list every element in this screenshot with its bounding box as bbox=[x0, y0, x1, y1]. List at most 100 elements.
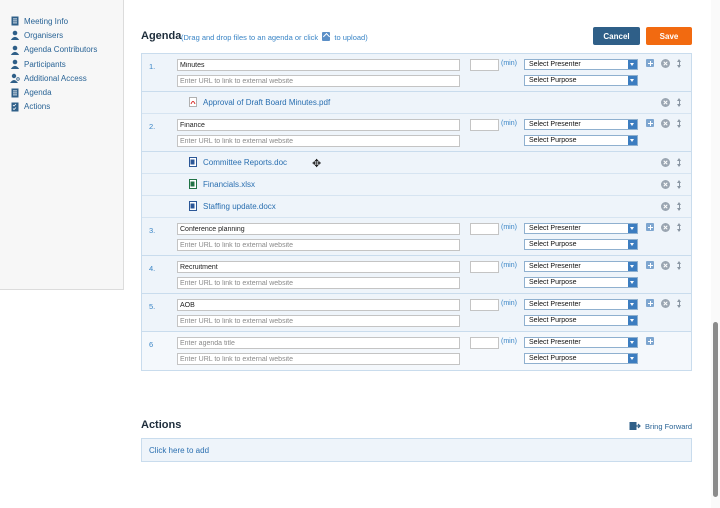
purpose-select[interactable]: Select Purpose bbox=[524, 135, 638, 146]
presenter-select[interactable]: Select Presenter bbox=[524, 223, 638, 234]
bring-forward-button[interactable]: Bring Forward bbox=[629, 421, 692, 431]
add-presenter-icon[interactable] bbox=[646, 299, 654, 307]
agenda-item-number: 3. bbox=[149, 226, 156, 235]
chevron-down-icon bbox=[628, 224, 637, 233]
sidebar-item-agenda[interactable]: Agenda bbox=[10, 85, 97, 99]
purpose-select[interactable]: Select Purpose bbox=[524, 277, 638, 288]
agenda-title-input[interactable] bbox=[177, 337, 460, 349]
chevron-down-icon bbox=[628, 316, 637, 325]
chevron-down-icon bbox=[628, 354, 637, 363]
chevron-down-icon bbox=[628, 262, 637, 271]
delete-icon[interactable] bbox=[661, 299, 670, 308]
url-input[interactable] bbox=[177, 353, 460, 365]
sidebar-item-agenda-contributors[interactable]: Agenda Contributors bbox=[10, 43, 97, 57]
chevron-down-icon bbox=[628, 76, 637, 85]
add-presenter-icon[interactable] bbox=[646, 337, 654, 345]
delete-icon[interactable] bbox=[661, 158, 670, 167]
presenter-select[interactable]: Select Presenter bbox=[524, 119, 638, 130]
presenter-select[interactable]: Select Presenter bbox=[524, 59, 638, 70]
drag-handle-icon[interactable] bbox=[676, 299, 683, 309]
minutes-input[interactable] bbox=[470, 119, 499, 131]
drag-handle-icon[interactable] bbox=[676, 180, 683, 190]
presenter-select[interactable]: Select Presenter bbox=[524, 299, 638, 310]
delete-icon[interactable] bbox=[661, 202, 670, 211]
agenda-item-number: 2. bbox=[149, 122, 156, 131]
sidebar-item-label: Actions bbox=[24, 102, 51, 112]
presenter-select-value: Select Presenter bbox=[529, 225, 581, 232]
delete-icon[interactable] bbox=[661, 261, 670, 270]
agenda-title-input[interactable] bbox=[177, 299, 460, 311]
sidebar-item-organisers[interactable]: Organisers bbox=[10, 28, 97, 42]
drag-handle-icon[interactable] bbox=[676, 223, 683, 233]
agenda-item: 4. (min) Select Presenter Select Purpose bbox=[142, 256, 691, 294]
attachment-link[interactable]: Approval of Draft Board Minutes.pdf bbox=[189, 97, 330, 107]
minutes-label: (min) bbox=[501, 60, 517, 67]
sidebar-item-meeting-info[interactable]: Meeting Info bbox=[10, 14, 97, 28]
sidebar-item-actions[interactable]: Actions bbox=[10, 100, 97, 114]
minutes-label: (min) bbox=[501, 300, 517, 307]
minutes-input[interactable] bbox=[470, 337, 499, 349]
url-input[interactable] bbox=[177, 315, 460, 327]
sidebar-nav: Meeting Info Organisers Agenda Contribut… bbox=[10, 14, 97, 114]
agenda-item: 2. (min) Select Presenter Select Purpose bbox=[142, 114, 691, 152]
sidebar: Meeting Info Organisers Agenda Contribut… bbox=[0, 0, 124, 290]
attachment-link[interactable]: Committee Reports.doc bbox=[189, 157, 287, 167]
purpose-select[interactable]: Select Purpose bbox=[524, 353, 638, 364]
purpose-select[interactable]: Select Purpose bbox=[524, 75, 638, 86]
pdf-file-icon bbox=[189, 97, 197, 107]
minutes-input[interactable] bbox=[470, 299, 499, 311]
agenda-item-number: 5. bbox=[149, 302, 156, 311]
upload-icon[interactable] bbox=[322, 32, 331, 41]
presenter-select-value: Select Presenter bbox=[529, 263, 581, 270]
scrollbar-thumb[interactable] bbox=[713, 322, 718, 497]
drag-handle-icon[interactable] bbox=[676, 119, 683, 129]
agenda-item: 1. (min) Select Presenter Select Purpose bbox=[142, 54, 691, 92]
presenter-select[interactable]: Select Presenter bbox=[524, 337, 638, 348]
agenda-title-input[interactable] bbox=[177, 119, 460, 131]
upload-hint-before: (Drag and drop files to an agenda or cli… bbox=[181, 33, 319, 42]
add-presenter-icon[interactable] bbox=[646, 119, 654, 127]
drag-handle-icon[interactable] bbox=[676, 98, 683, 108]
delete-icon[interactable] bbox=[661, 59, 670, 68]
agenda-item-number: 6 bbox=[149, 340, 154, 349]
delete-icon[interactable] bbox=[661, 223, 670, 232]
attachment-name: Staffing update.docx bbox=[203, 201, 276, 211]
agenda-title-input[interactable] bbox=[177, 223, 460, 235]
add-presenter-icon[interactable] bbox=[646, 261, 654, 269]
delete-icon[interactable] bbox=[661, 119, 670, 128]
minutes-input[interactable] bbox=[470, 261, 499, 273]
drag-handle-icon[interactable] bbox=[676, 202, 683, 212]
attachment-name: Committee Reports.doc bbox=[203, 157, 288, 167]
add-presenter-icon[interactable] bbox=[646, 59, 654, 67]
minutes-input[interactable] bbox=[470, 223, 499, 235]
url-input[interactable] bbox=[177, 135, 460, 147]
add-action-link[interactable]: Click here to add bbox=[149, 446, 209, 455]
drag-handle-icon[interactable] bbox=[676, 261, 683, 271]
agenda-title-input[interactable] bbox=[177, 59, 460, 71]
upload-hint-after: to upload) bbox=[334, 33, 368, 42]
url-input[interactable] bbox=[177, 239, 460, 251]
delete-icon[interactable] bbox=[661, 180, 670, 189]
presenter-select[interactable]: Select Presenter bbox=[524, 261, 638, 272]
user-icon bbox=[10, 30, 20, 41]
add-presenter-icon[interactable] bbox=[646, 223, 654, 231]
url-input[interactable] bbox=[177, 277, 460, 289]
save-button[interactable]: Save bbox=[646, 27, 692, 45]
delete-icon[interactable] bbox=[661, 98, 670, 107]
url-input[interactable] bbox=[177, 75, 460, 87]
minutes-label: (min) bbox=[501, 224, 517, 231]
purpose-select[interactable]: Select Purpose bbox=[524, 315, 638, 326]
agenda-title-input[interactable] bbox=[177, 261, 460, 273]
drag-handle-icon[interactable] bbox=[676, 59, 683, 69]
sidebar-item-participants[interactable]: Participants bbox=[10, 57, 97, 71]
attachment-link[interactable]: Financials.xlsx bbox=[189, 179, 255, 189]
drag-handle-icon[interactable] bbox=[676, 158, 683, 168]
attachment-name: Financials.xlsx bbox=[203, 179, 256, 189]
scrollbar[interactable] bbox=[711, 0, 720, 508]
attachment-link[interactable]: Staffing update.docx bbox=[189, 201, 276, 211]
sidebar-item-additional-access[interactable]: Additional Access bbox=[10, 71, 97, 85]
chevron-down-icon bbox=[628, 240, 637, 249]
minutes-input[interactable] bbox=[470, 59, 499, 71]
cancel-button[interactable]: Cancel bbox=[593, 27, 640, 45]
purpose-select[interactable]: Select Purpose bbox=[524, 239, 638, 250]
